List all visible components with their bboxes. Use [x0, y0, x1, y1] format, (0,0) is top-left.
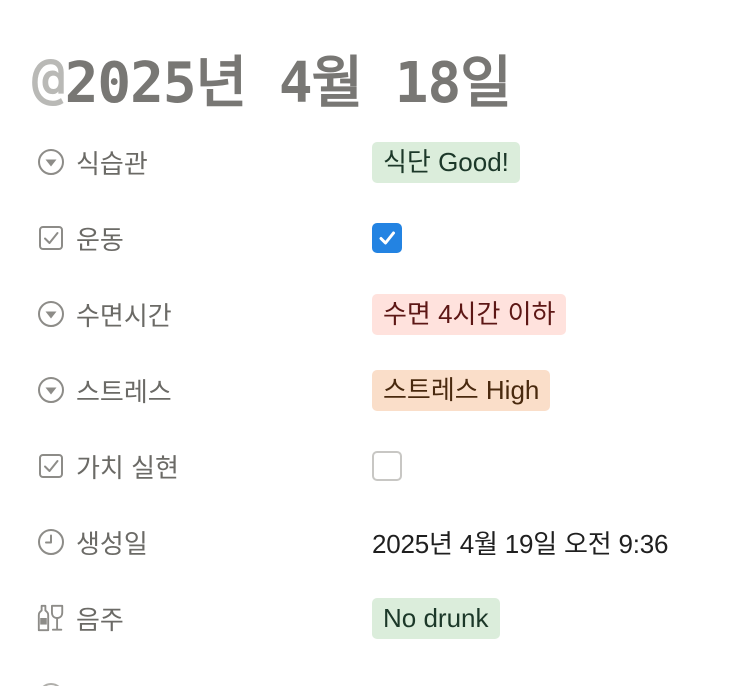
- page-title-at: @: [32, 45, 66, 111]
- property-row-partial: [0, 676, 746, 686]
- property-label-stress[interactable]: 스트레스: [36, 360, 356, 420]
- exercise-checkbox[interactable]: [372, 223, 402, 253]
- page-title-date: 2025년 4월 18일: [64, 50, 512, 116]
- property-label-text: 생성일: [76, 528, 148, 559]
- property-value-exercise: [372, 208, 402, 268]
- checkmark-icon: [379, 231, 395, 245]
- property-label-sleep[interactable]: 수면시간: [36, 284, 356, 344]
- property-row-diet: 식습관 식단 Good!: [0, 132, 746, 192]
- clock-icon: [36, 527, 66, 557]
- property-icon: [36, 676, 66, 686]
- select-tag[interactable]: 식단 Good!: [372, 141, 520, 183]
- property-label-text: 식습관: [76, 148, 148, 179]
- property-value-diet[interactable]: 식단 Good!: [372, 132, 520, 192]
- property-row-drinking: 음주 No drunk: [0, 588, 746, 648]
- property-label-text: 음주: [76, 604, 124, 635]
- select-tag[interactable]: 수면 4시간 이하: [372, 293, 567, 335]
- property-value-drinking[interactable]: No drunk: [372, 588, 500, 648]
- property-label-text: 스트레스: [76, 376, 172, 407]
- property-label-value-realization[interactable]: 가치 실현: [36, 436, 356, 496]
- property-label-exercise[interactable]: 운동: [36, 208, 356, 268]
- property-row-sleep: 수면시간 수면 4시간 이하: [0, 284, 746, 344]
- property-row-exercise: 운동: [0, 208, 746, 268]
- property-row-value-realization: 가치 실현: [0, 436, 746, 496]
- select-circle-icon: [36, 147, 66, 177]
- property-label-partial[interactable]: [36, 676, 356, 686]
- checkbox-property-icon: [36, 223, 66, 253]
- property-label-text: 운동: [76, 224, 124, 255]
- property-value-stress[interactable]: 스트레스 High: [372, 360, 551, 420]
- property-label-text: 수면시간: [76, 300, 172, 331]
- select-circle-icon: [36, 299, 66, 329]
- property-value-created: 2025년 4월 19일 오전 9:36: [372, 512, 669, 572]
- property-row-stress: 스트레스 스트레스 High: [0, 360, 746, 420]
- property-row-created: 생성일 2025년 4월 19일 오전 9:36: [0, 512, 746, 572]
- select-tag[interactable]: No drunk: [372, 597, 500, 639]
- checkbox-property-icon: [36, 451, 66, 481]
- property-value-value-realization: [372, 436, 402, 496]
- property-label-text: 가치 실현: [76, 452, 179, 483]
- select-circle-icon: [36, 375, 66, 405]
- value-realization-checkbox[interactable]: [372, 451, 402, 481]
- created-time-text: 2025년 4월 19일 오전 9:36: [372, 528, 669, 559]
- wine-bottle-glass-icon: [36, 603, 66, 633]
- property-label-created[interactable]: 생성일: [36, 512, 356, 572]
- property-value-sleep[interactable]: 수면 4시간 이하: [372, 284, 567, 344]
- page-title[interactable]: @2025년 4월 18일: [32, 38, 512, 118]
- select-tag[interactable]: 스트레스 High: [372, 369, 551, 411]
- property-label-diet[interactable]: 식습관: [36, 132, 356, 192]
- property-label-drinking[interactable]: 음주: [36, 588, 356, 648]
